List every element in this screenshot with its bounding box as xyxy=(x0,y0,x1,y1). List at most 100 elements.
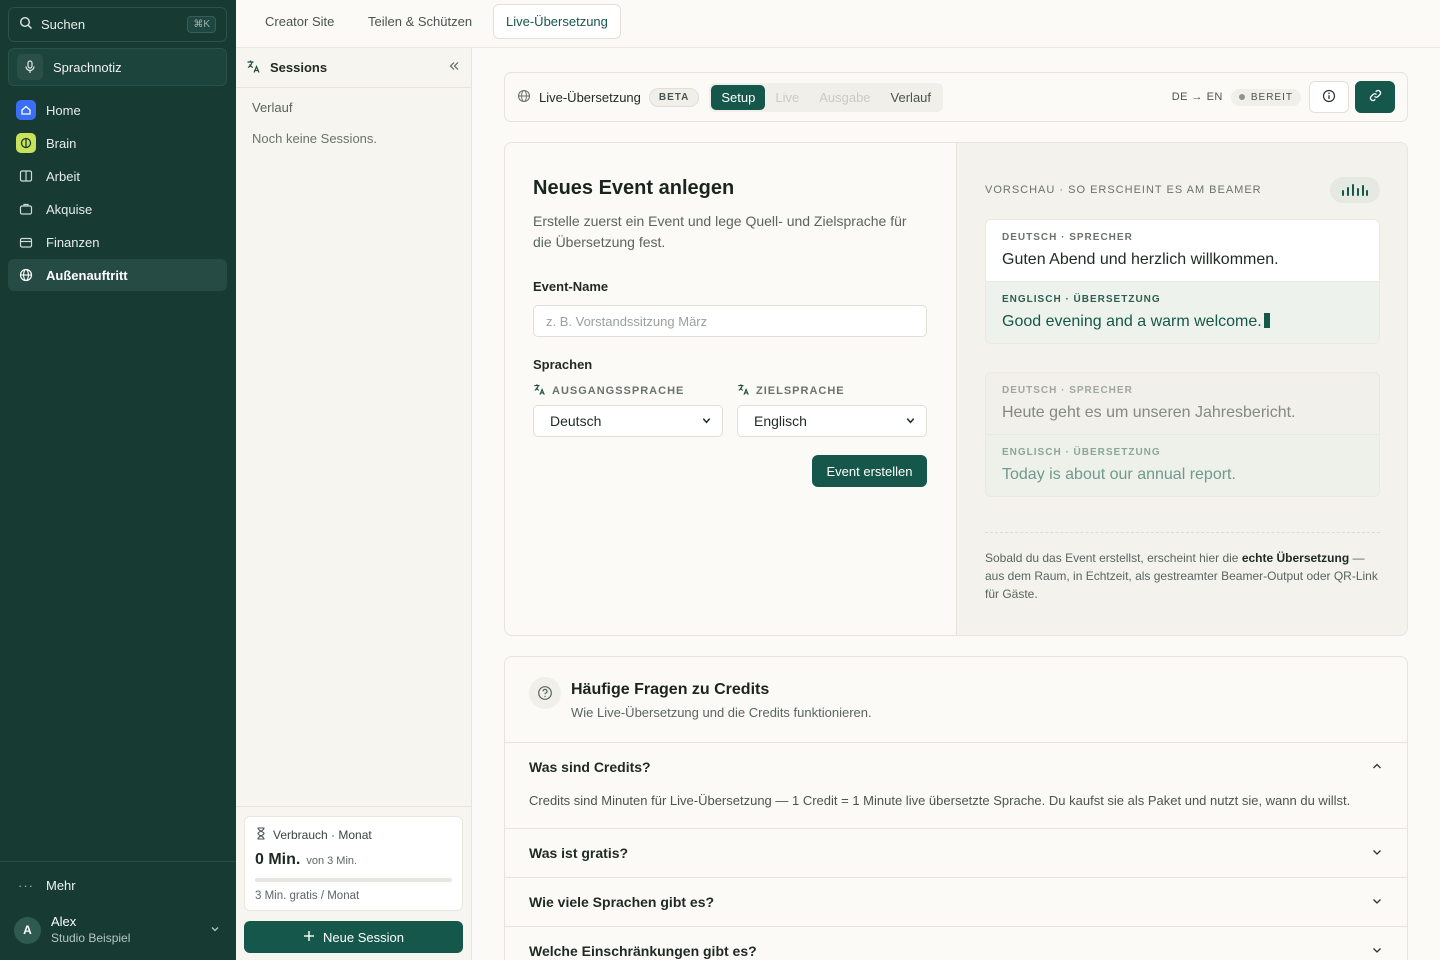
target-language-caption: ZIELSPRACHE xyxy=(756,385,845,397)
more-button[interactable]: ··· Mehr xyxy=(8,870,227,900)
faq-question: Welche Einschränkungen gibt es? xyxy=(529,943,757,959)
segment-setup[interactable]: Setup xyxy=(711,84,766,110)
preview-note: Sobald du das Event erstellst, erscheint… xyxy=(985,549,1380,603)
preview-note-start: Sobald du das Event erstellst, erscheint… xyxy=(985,551,1242,565)
sidebar: Suchen ⌘K Sprachnotiz Home Brain Arbeit … xyxy=(0,0,236,960)
faq-question-toggle[interactable]: Wie viele Sprachen gibt es? xyxy=(529,878,1383,926)
main-content: Live-Übersetzung BETA Setup Live Ausgabe… xyxy=(472,48,1440,960)
question-icon xyxy=(529,677,561,709)
status-badge: BEREIT xyxy=(1230,88,1301,106)
translation-toolbar: Live-Übersetzung BETA Setup Live Ausgabe… xyxy=(504,72,1408,122)
faq-question: Wie viele Sprachen gibt es? xyxy=(529,894,715,910)
preview-target-tag: ENGLISCH · ÜBERSETZUNG xyxy=(1002,294,1161,305)
faq-question-toggle[interactable]: Was ist gratis? xyxy=(529,829,1383,877)
globe-icon xyxy=(517,89,531,106)
brain-icon xyxy=(16,133,36,153)
collapse-icon[interactable] xyxy=(447,59,461,76)
sidebar-divider xyxy=(0,861,236,862)
event-name-input[interactable] xyxy=(533,305,927,337)
info-icon xyxy=(1322,89,1336,106)
audio-bars-icon xyxy=(1330,177,1380,203)
faq-item: Welche Einschränkungen gibt es? xyxy=(505,927,1407,960)
status-dot xyxy=(1238,94,1245,100)
usage-section: Verbrauch · Monat 0 Min. von 3 Min. 3 Mi… xyxy=(236,806,472,960)
user-menu[interactable]: A Alex Studio Beispiel xyxy=(8,910,227,950)
chevron-down-icon xyxy=(701,413,712,429)
usage-progress-bar xyxy=(255,878,452,882)
faq-question-toggle[interactable]: Welche Einschränkungen gibt es? xyxy=(529,927,1383,960)
sidebar-item-akquise[interactable]: Akquise xyxy=(8,193,227,225)
user-meta: Alex Studio Beispiel xyxy=(51,913,199,947)
source-language-caption: AUSGANGSSPRACHE xyxy=(552,385,685,397)
chevron-up-icon xyxy=(1371,759,1383,775)
preview-source-tag: DEUTSCH · SPRECHER xyxy=(1002,385,1133,396)
user-org: Studio Beispiel xyxy=(51,931,131,945)
tab-live-uebersetzung[interactable]: Live-Übersetzung xyxy=(493,4,621,39)
faq-title: Häufige Fragen zu Credits xyxy=(571,681,770,698)
usage-label: Verbrauch · Monat xyxy=(273,828,372,842)
segment-verlauf[interactable]: Verlauf xyxy=(881,85,941,110)
faq-item: Was ist gratis? xyxy=(505,829,1407,878)
search-shortcut: ⌘K xyxy=(187,16,216,33)
tab-teilen-schuetzen[interactable]: Teilen & Schützen xyxy=(356,4,484,39)
link-icon xyxy=(1368,88,1383,106)
top-tabs: Creator Site Teilen & Schützen Live-Über… xyxy=(236,0,1440,48)
usage-card: Verbrauch · Monat 0 Min. von 3 Min. 3 Mi… xyxy=(244,816,463,911)
tab-creator-site[interactable]: Creator Site xyxy=(253,4,346,39)
new-session-button[interactable]: Neue Session xyxy=(244,921,463,953)
faq-answer: Credits sind Minuten für Live-Übersetzun… xyxy=(529,793,1351,808)
sidebar-item-aussenauftritt[interactable]: Außenauftritt xyxy=(8,259,227,291)
sidebar-item-finanzen[interactable]: Finanzen xyxy=(8,226,227,258)
preview-target-text: Good evening and a warm welcome. xyxy=(1002,313,1262,330)
more-icon: ··· xyxy=(18,877,34,893)
globe-icon xyxy=(16,265,36,285)
wallet-icon xyxy=(16,232,36,252)
segment-ausgabe: Ausgabe xyxy=(819,89,871,105)
sidebar-item-label: Home xyxy=(46,102,81,118)
preview-block-current: DEUTSCH · SPRECHER Guten Abend und herzl… xyxy=(985,219,1380,344)
microphone-icon xyxy=(17,54,43,80)
faq-card: Häufige Fragen zu Credits Wie Live-Übers… xyxy=(504,656,1408,960)
preview-block-previous: DEUTSCH · SPRECHER Heute geht es um unse… xyxy=(985,372,1380,497)
sidebar-item-label: Brain xyxy=(46,135,77,151)
mode-segments: Setup Live Ausgabe Verlauf xyxy=(709,82,944,112)
info-button[interactable] xyxy=(1309,81,1349,113)
sidebar-nav: Home Brain Arbeit Akquise Finanzen Außen… xyxy=(8,94,227,292)
chevron-down-icon xyxy=(209,923,221,938)
create-event-button[interactable]: Event erstellen xyxy=(812,455,927,487)
sessions-empty-text: Noch keine Sessions. xyxy=(252,131,378,146)
search-button[interactable]: Suchen ⌘K xyxy=(8,7,227,42)
preview-target-row: ENGLISCH · ÜBERSETZUNG Good evening and … xyxy=(986,281,1379,343)
briefcase-icon xyxy=(16,199,36,219)
preview-source-text: Heute geht es um unseren Jahresbericht. xyxy=(1002,404,1296,421)
voice-note-button[interactable]: Sprachnotiz xyxy=(8,48,227,86)
chevron-down-icon xyxy=(1371,894,1383,910)
sessions-panel: Sessions Verlauf Noch keine Sessions. Ve… xyxy=(236,48,472,960)
translate-icon xyxy=(737,383,750,399)
status-text: BEREIT xyxy=(1250,91,1293,103)
sidebar-item-home[interactable]: Home xyxy=(8,94,227,126)
source-language-value: Deutsch xyxy=(550,413,602,429)
history-label: Verlauf xyxy=(252,100,293,115)
sidebar-item-arbeit[interactable]: Arbeit xyxy=(8,160,227,192)
faq-heading: Häufige Fragen zu Credits Wie Live-Übers… xyxy=(571,677,872,720)
sessions-title: Sessions xyxy=(270,60,328,75)
preview-target-line: Good evening and a warm welcome. xyxy=(1002,313,1363,331)
languages-label: Sprachen xyxy=(533,357,593,372)
faq-question-toggle[interactable]: Was sind Credits? xyxy=(529,743,1383,791)
chevron-down-icon xyxy=(1371,943,1383,959)
preview-target-tag: ENGLISCH · ÜBERSETZUNG xyxy=(1002,447,1161,458)
target-language-select[interactable]: Englisch xyxy=(737,405,927,437)
chevron-down-icon xyxy=(1371,845,1383,861)
event-name-label: Event-Name xyxy=(533,279,609,294)
form-subtitle: Erstelle zuerst ein Event und lege Quell… xyxy=(533,213,907,250)
beamer-preview: VORSCHAU · SO ERSCHEINT ES AM BEAMER DEU… xyxy=(956,143,1407,635)
toolbar-title: Live-Übersetzung xyxy=(539,89,641,105)
sidebar-item-brain[interactable]: Brain xyxy=(8,127,227,159)
target-language-label: ZIELSPRACHE xyxy=(737,383,845,399)
sessions-header: Sessions xyxy=(236,48,471,88)
source-language-select[interactable]: Deutsch xyxy=(533,405,723,437)
plus-icon xyxy=(303,930,315,945)
preview-header: VORSCHAU · SO ERSCHEINT ES AM BEAMER xyxy=(985,177,1380,203)
link-button[interactable] xyxy=(1355,81,1395,113)
